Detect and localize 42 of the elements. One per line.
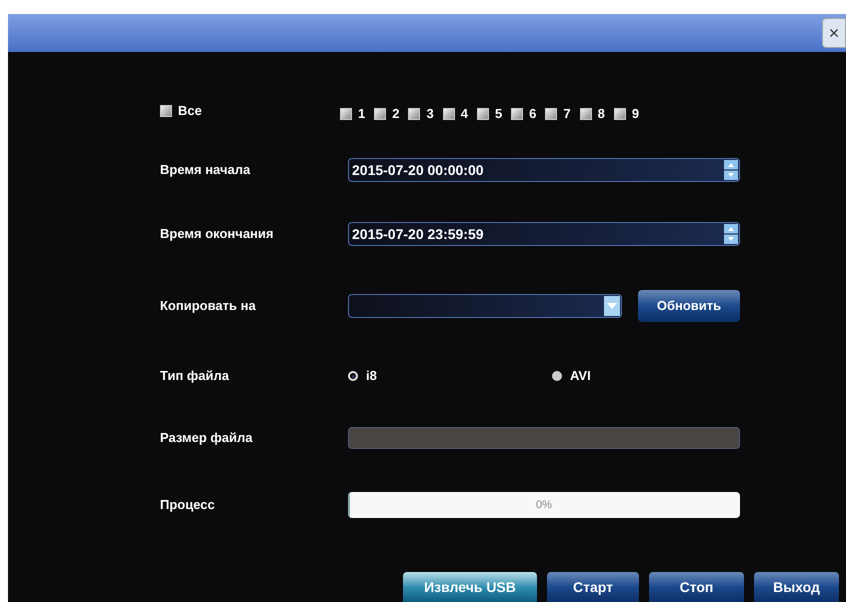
checkbox[interactable] <box>160 105 172 117</box>
spinner-icon[interactable] <box>724 160 738 180</box>
checkbox[interactable] <box>614 108 626 120</box>
field-label: Время начала <box>160 161 252 180</box>
checkbox[interactable] <box>374 108 386 120</box>
checkbox-label: 1 <box>358 105 366 124</box>
checkbox[interactable] <box>442 108 455 120</box>
action-button[interactable]: Выход <box>754 572 839 602</box>
field-label: Копировать на <box>160 297 257 316</box>
radio-button[interactable] <box>552 371 562 381</box>
progress-reading: 0% <box>536 498 552 513</box>
field-label: Тип файла <box>160 367 230 386</box>
checkbox-label: 4 <box>460 105 468 124</box>
spinner-icon[interactable] <box>724 224 738 244</box>
checkbox-label: 5 <box>494 105 502 124</box>
checkbox-label: 7 <box>563 105 571 124</box>
refresh-button[interactable]: Обновить <box>638 290 740 322</box>
checkbox-label: 9 <box>632 105 640 124</box>
checkbox[interactable] <box>580 108 592 120</box>
checkbox[interactable] <box>511 108 524 120</box>
checkbox-label: Все <box>178 102 202 120</box>
radio-label: AVI <box>570 367 591 386</box>
checkbox-label: 3 <box>426 105 434 124</box>
datetime-field[interactable]: 2015-07-20 23:59:59 <box>348 222 740 246</box>
action-button[interactable]: Старт <box>547 572 639 602</box>
field-label: Время окончания <box>160 225 274 244</box>
datetime-field[interactable]: 2015-07-20 00:00:00 <box>348 158 740 182</box>
destination-dropdown[interactable] <box>348 294 622 318</box>
action-button[interactable]: Извлечь USB <box>403 572 537 602</box>
field-label: Процесс <box>160 496 216 514</box>
action-button[interactable]: Стоп <box>649 572 744 602</box>
field-label: Размер файла <box>160 429 254 448</box>
checkbox[interactable] <box>545 108 558 120</box>
checkbox-label: 2 <box>392 105 400 124</box>
checkbox-label: 8 <box>598 105 605 124</box>
close-button[interactable]: × <box>822 18 846 48</box>
checkbox[interactable] <box>476 108 489 120</box>
radio-label: i8 <box>366 367 377 386</box>
checkbox[interactable] <box>340 108 352 120</box>
checkbox[interactable] <box>408 108 420 120</box>
radio-button[interactable] <box>348 371 358 381</box>
checkbox-label: 6 <box>529 105 536 124</box>
